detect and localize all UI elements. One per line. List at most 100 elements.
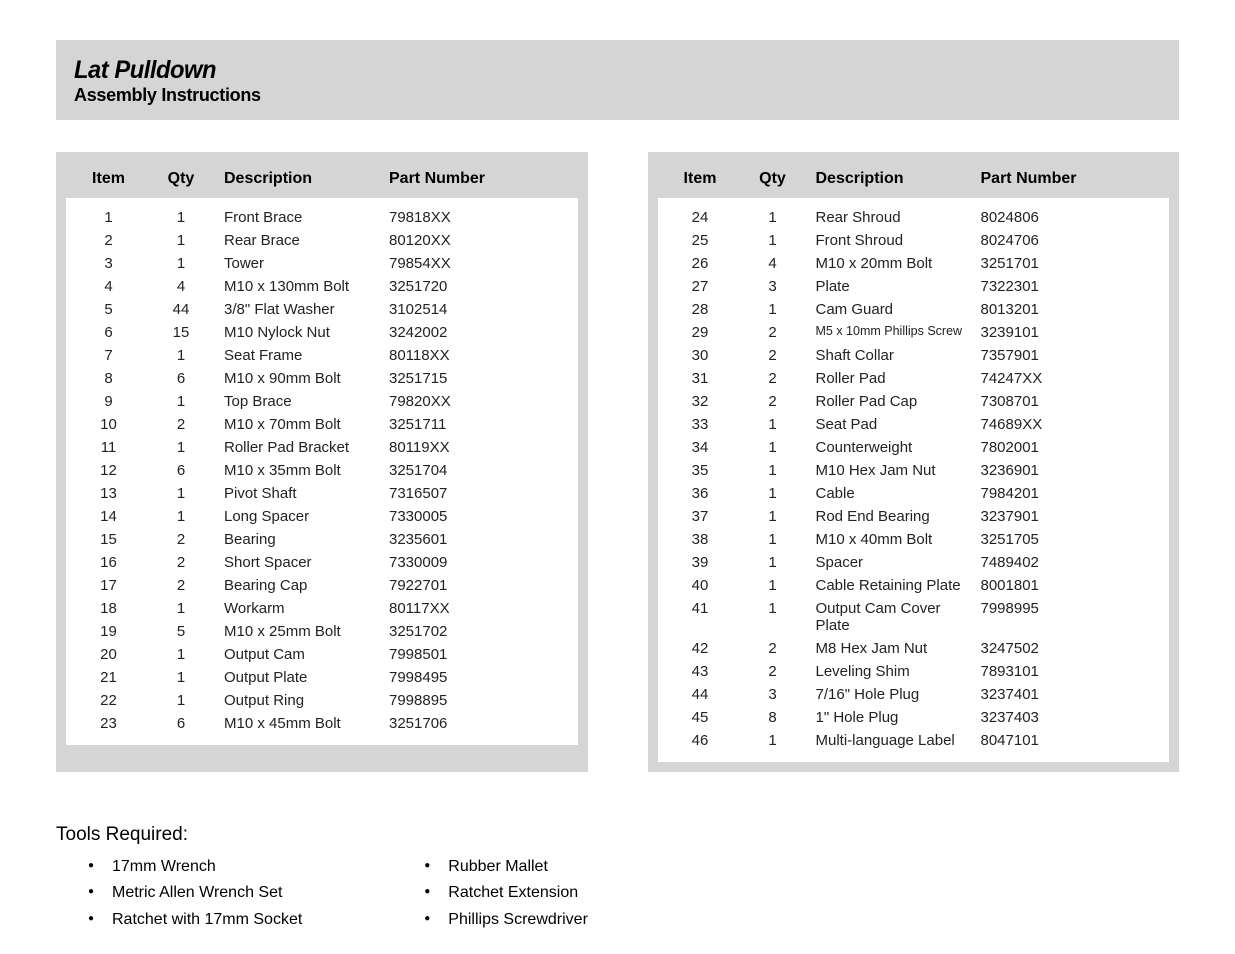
page-subtitle: Assembly Instructions: [74, 85, 1179, 106]
page-title: Lat Pulldown: [74, 58, 1124, 83]
table-body-right: 241Rear Shroud8024806251Front Shroud8024…: [658, 198, 1170, 762]
parts-table-left: Item Qty Description Part Number 11Front…: [56, 152, 588, 772]
cell-part: 7330005: [381, 508, 521, 525]
cell-part: 7330009: [381, 554, 521, 571]
table-row: 211Output Plate7998495: [66, 666, 578, 689]
cell-item: 28: [658, 301, 738, 318]
table-row: 241Rear Shroud8024806: [658, 206, 1170, 229]
table-row: 102M10 x 70mm Bolt3251711: [66, 413, 578, 436]
cell-qty: 2: [738, 347, 808, 364]
table-row: 251Front Shroud8024706: [658, 229, 1170, 252]
cell-part: 3237901: [973, 508, 1113, 525]
parts-table-right: Item Qty Description Part Number 241Rear…: [648, 152, 1180, 772]
cell-item: 44: [658, 686, 738, 703]
tool-item: Ratchet Extension: [392, 880, 588, 906]
cell-desc: Short Spacer: [216, 554, 381, 571]
tool-item: Ratchet with 17mm Socket: [56, 907, 302, 933]
cell-item: 19: [66, 623, 146, 640]
table-row: 111Roller Pad Bracket80119XX: [66, 436, 578, 459]
cell-item: 34: [658, 439, 738, 456]
cell-desc: Long Spacer: [216, 508, 381, 525]
cell-desc: Leveling Shim: [808, 663, 973, 680]
table-row: 126M10 x 35mm Bolt3251704: [66, 459, 578, 482]
tools-required: Tools Required: 17mm WrenchMetric Allen …: [56, 824, 1179, 933]
cell-item: 46: [658, 732, 738, 749]
cell-qty: 2: [738, 393, 808, 410]
table-row: 11Front Brace79818XX: [66, 206, 578, 229]
cell-part: 7802001: [973, 439, 1113, 456]
cell-desc: 1" Hole Plug: [808, 709, 973, 726]
cell-part: 7308701: [973, 393, 1113, 410]
cell-desc: M10 x 130mm Bolt: [216, 278, 381, 295]
cell-qty: 3: [738, 686, 808, 703]
cell-desc: Front Shroud: [808, 232, 973, 249]
table-row: 302Shaft Collar7357901: [658, 344, 1170, 367]
cell-item: 11: [66, 439, 146, 456]
cell-part: 8013201: [973, 301, 1113, 318]
tool-item: Rubber Mallet: [392, 854, 588, 880]
cell-qty: 1: [738, 732, 808, 749]
table-row: 461Multi-language Label8047101: [658, 729, 1170, 752]
cell-qty: 1: [738, 531, 808, 548]
cell-qty: 8: [738, 709, 808, 726]
table-row: 615M10 Nylock Nut3242002: [66, 321, 578, 344]
cell-part: 3236901: [973, 462, 1113, 479]
cell-qty: 1: [738, 439, 808, 456]
cell-qty: 6: [146, 715, 216, 732]
cell-part: 79854XX: [381, 255, 521, 272]
table-header: Item Qty Description Part Number: [66, 160, 578, 198]
tool-item: Phillips Screwdriver: [392, 907, 588, 933]
cell-part: 3237401: [973, 686, 1113, 703]
cell-qty: 3: [738, 278, 808, 295]
cell-part: 3251715: [381, 370, 521, 387]
cell-part: 74247XX: [973, 370, 1113, 387]
cell-desc: Spacer: [808, 554, 973, 571]
table-row: 91Top Brace79820XX: [66, 390, 578, 413]
cell-desc: Output Ring: [216, 692, 381, 709]
table-row: 322Roller Pad Cap7308701: [658, 390, 1170, 413]
cell-item: 30: [658, 347, 738, 364]
cell-item: 4: [66, 278, 146, 295]
cell-qty: 1: [738, 462, 808, 479]
page-header: Lat Pulldown Assembly Instructions: [56, 40, 1179, 120]
cell-desc: Cable Retaining Plate: [808, 577, 973, 594]
cell-desc: Seat Frame: [216, 347, 381, 364]
cell-desc: Bearing Cap: [216, 577, 381, 594]
cell-desc: Rear Brace: [216, 232, 381, 249]
table-row: 195M10 x 25mm Bolt3251702: [66, 620, 578, 643]
cell-desc: M10 x 90mm Bolt: [216, 370, 381, 387]
cell-part: 3251711: [381, 416, 521, 433]
cell-qty: 1: [738, 577, 808, 594]
cell-desc: Cam Guard: [808, 301, 973, 318]
cell-qty: 1: [146, 393, 216, 410]
cell-part: 3251702: [381, 623, 521, 640]
table-row: 341Counterweight7802001: [658, 436, 1170, 459]
cell-qty: 1: [146, 485, 216, 502]
cell-desc: Workarm: [216, 600, 381, 617]
cell-item: 41: [658, 600, 738, 634]
cell-desc: Front Brace: [216, 209, 381, 226]
cell-desc: M8 Hex Jam Nut: [808, 640, 973, 657]
cell-part: 3251701: [973, 255, 1113, 272]
parts-tables: Item Qty Description Part Number 11Front…: [56, 152, 1179, 772]
table-row: 162Short Spacer7330009: [66, 551, 578, 574]
cell-desc: Counterweight: [808, 439, 973, 456]
cell-desc: Rod End Bearing: [808, 508, 973, 525]
cell-qty: 1: [738, 508, 808, 525]
cell-desc: Shaft Collar: [808, 347, 973, 364]
tools-col-2: Rubber MalletRatchet ExtensionPhillips S…: [392, 854, 588, 933]
cell-desc: Output Cam: [216, 646, 381, 663]
cell-desc: Output Cam Cover Plate: [808, 600, 973, 634]
cell-qty: 2: [738, 324, 808, 341]
cell-qty: 1: [738, 232, 808, 249]
cell-part: 3235601: [381, 531, 521, 548]
cell-desc: 3/8" Flat Washer: [216, 301, 381, 318]
cell-desc: M10 x 35mm Bolt: [216, 462, 381, 479]
table-row: 264M10 x 20mm Bolt3251701: [658, 252, 1170, 275]
cell-item: 40: [658, 577, 738, 594]
tools-title: Tools Required:: [56, 824, 1179, 846]
cell-part: 80117XX: [381, 600, 521, 617]
col-header-desc: Description: [216, 170, 381, 188]
cell-part: 3251706: [381, 715, 521, 732]
cell-item: 26: [658, 255, 738, 272]
